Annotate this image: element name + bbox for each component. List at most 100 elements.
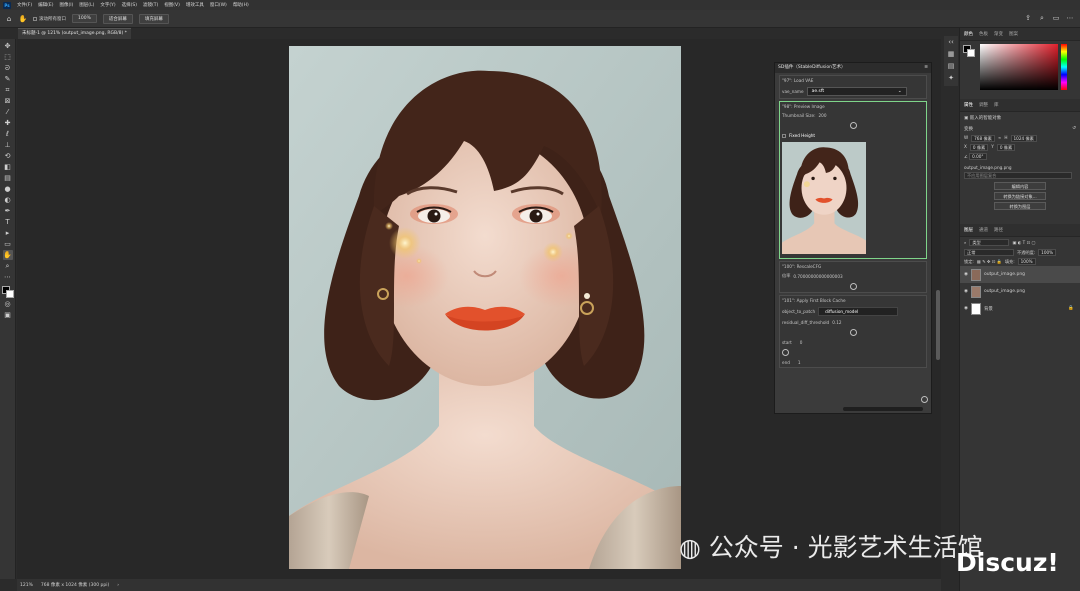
eye-icon[interactable]: ◉	[964, 289, 968, 294]
multiplier-slider[interactable]	[780, 281, 926, 292]
convert-layers-button[interactable]: 转换为图层	[994, 202, 1046, 210]
move-tool-icon[interactable]: ✥	[3, 41, 13, 51]
more-icon[interactable]: ⋯	[1066, 14, 1074, 22]
menu-view[interactable]: 视图(V)	[164, 2, 180, 8]
document-dimensions[interactable]: 768 像素 x 1024 像素 (300 ppi)	[41, 582, 109, 588]
reset-icon[interactable]: ↺	[1072, 126, 1076, 131]
type-tool-icon[interactable]: T	[3, 217, 13, 227]
quick-mask-icon[interactable]: ◎	[3, 299, 13, 309]
layer-comp-select[interactable]: 不应用图层复合	[964, 172, 1072, 179]
preview-thumbnail[interactable]	[782, 142, 866, 254]
dodge-tool-icon[interactable]: ◐	[3, 195, 13, 205]
width-field[interactable]: 768 像素	[971, 135, 995, 142]
menu-image[interactable]: 图像(I)	[59, 2, 73, 8]
eye-icon[interactable]: ◉	[964, 306, 968, 311]
plugin-icon[interactable]: ✦	[948, 74, 954, 82]
sd-panel-scrollbar[interactable]	[843, 407, 923, 411]
angle-field[interactable]: 0.00°	[969, 153, 987, 160]
vae-name-select[interactable]: ae.sft ⌄	[806, 87, 907, 96]
gradient-tool-icon[interactable]: ▤	[3, 173, 13, 183]
fixed-height-row[interactable]: Fixed Height	[780, 131, 926, 140]
tab-swatches[interactable]: 色板	[979, 31, 988, 37]
vertical-scrollbar[interactable]	[936, 290, 940, 360]
hand-tool-icon[interactable]: ✋	[2, 250, 13, 260]
blend-mode-select[interactable]: 正常	[964, 249, 1014, 256]
document-tab[interactable]: 未标题-1 @ 121% (output_image.png, RGB/8) *	[18, 28, 131, 39]
background-chip[interactable]	[967, 49, 975, 57]
eye-icon[interactable]: ◉	[964, 272, 968, 277]
share-icon[interactable]: ⇪	[1024, 14, 1032, 22]
link-icon[interactable]: ∞	[998, 135, 1002, 142]
tab-color[interactable]: 颜色	[964, 31, 973, 37]
height-field[interactable]: 1024 像素	[1010, 135, 1037, 142]
quick-select-tool-icon[interactable]: ✎	[3, 74, 13, 84]
tab-channels[interactable]: 通道	[979, 227, 988, 233]
tab-properties[interactable]: 属性	[964, 102, 973, 108]
shape-tool-icon[interactable]: ▭	[3, 239, 13, 249]
scroll-all-windows-checkbox[interactable]: 滚动所有窗口	[33, 16, 66, 22]
end-slider-knob[interactable]	[921, 396, 928, 403]
lock-icons[interactable]: ▦ ✎ ✥ ⊡ 🔒	[977, 259, 1002, 265]
slider-knob[interactable]	[849, 283, 857, 290]
screen-mode-icon[interactable]: ▣	[3, 310, 13, 320]
menu-plugins[interactable]: 增效工具	[186, 2, 204, 8]
eyedropper-tool-icon[interactable]: ⁄	[3, 107, 13, 117]
zoom-100-button[interactable]: 100%	[72, 14, 97, 23]
menu-layer[interactable]: 图层(L)	[79, 2, 94, 8]
tab-gradients[interactable]: 渐变	[994, 31, 1003, 37]
path-select-tool-icon[interactable]: ▸	[3, 228, 13, 238]
background-color[interactable]	[5, 290, 14, 298]
menu-type[interactable]: 文字(Y)	[100, 2, 115, 8]
layer-row[interactable]: ◉ output_image.png	[960, 283, 1080, 300]
eraser-tool-icon[interactable]: ◧	[3, 162, 13, 172]
more-tools-icon[interactable]: ⋯	[3, 272, 13, 282]
blur-tool-icon[interactable]: ●	[3, 184, 13, 194]
start-slider[interactable]	[780, 347, 926, 358]
healing-brush-tool-icon[interactable]: ✚	[3, 118, 13, 128]
crop-tool-icon[interactable]: ⌗	[3, 85, 13, 95]
convert-linked-button[interactable]: 转换为链接对象...	[994, 192, 1046, 200]
tab-paths[interactable]: 路径	[994, 227, 1003, 233]
menu-select[interactable]: 选择(S)	[122, 2, 137, 8]
object-to-patch-field[interactable]: diffusion_model	[818, 307, 899, 316]
tab-patterns[interactable]: 图案	[1009, 31, 1018, 37]
hue-slider[interactable]	[1061, 44, 1067, 90]
y-field[interactable]: 0 像素	[996, 144, 1016, 151]
slider-knob[interactable]	[849, 329, 857, 336]
zoom-readout[interactable]: 121%	[20, 583, 33, 588]
history-icon[interactable]: ▦	[948, 50, 955, 58]
sd-panel-header[interactable]: SD插件（StableDiffusion艺术） ≡	[775, 63, 931, 73]
brush-tool-icon[interactable]: ℓ	[3, 129, 13, 139]
layer-row[interactable]: ◉ 背景 🔒	[960, 300, 1080, 317]
filter-icons[interactable]: ▣ ◐ T ⊡ ▢	[1012, 240, 1035, 245]
residual-slider[interactable]	[780, 327, 926, 338]
menu-help[interactable]: 帮助(H)	[233, 2, 249, 8]
layer-kind-select[interactable]: 类型	[969, 239, 1010, 246]
color-swatches[interactable]	[1, 286, 14, 298]
hand-tool-icon[interactable]: ✋	[19, 15, 28, 23]
edit-content-button[interactable]: 编辑内容	[994, 182, 1046, 190]
fill-field[interactable]: 100%	[1017, 258, 1036, 265]
fit-screen-button[interactable]: 适合屏幕	[102, 13, 133, 24]
fill-screen-button[interactable]: 填充屏幕	[138, 13, 169, 24]
marquee-tool-icon[interactable]: ⬚	[3, 52, 13, 62]
menu-window[interactable]: 窗口(W)	[210, 2, 227, 8]
frame-tool-icon[interactable]: ⊠	[3, 96, 13, 106]
lasso-tool-icon[interactable]: ᘐ	[3, 63, 13, 73]
workspace-icon[interactable]: ▭	[1052, 14, 1060, 22]
opacity-field[interactable]: 100%	[1038, 249, 1057, 256]
history-brush-tool-icon[interactable]: ⟲	[3, 151, 13, 161]
slider-knob[interactable]	[782, 349, 789, 356]
color-field[interactable]	[980, 44, 1058, 90]
panel-menu-icon[interactable]: ≡	[924, 63, 928, 73]
menu-edit[interactable]: 编辑(E)	[38, 2, 53, 8]
pen-tool-icon[interactable]: ✒	[3, 206, 13, 216]
stamp-tool-icon[interactable]: ⊥	[3, 140, 13, 150]
comment-icon[interactable]: ▤	[948, 62, 955, 70]
tab-libraries[interactable]: 库	[994, 102, 999, 108]
menu-file[interactable]: 文件(F)	[17, 2, 32, 8]
collapse-icon[interactable]: ‹‹	[948, 38, 954, 46]
layer-row[interactable]: ◉ output_image.png	[960, 266, 1080, 283]
x-field[interactable]: 0 像素	[969, 144, 989, 151]
fixed-height-checkbox[interactable]	[782, 133, 786, 138]
